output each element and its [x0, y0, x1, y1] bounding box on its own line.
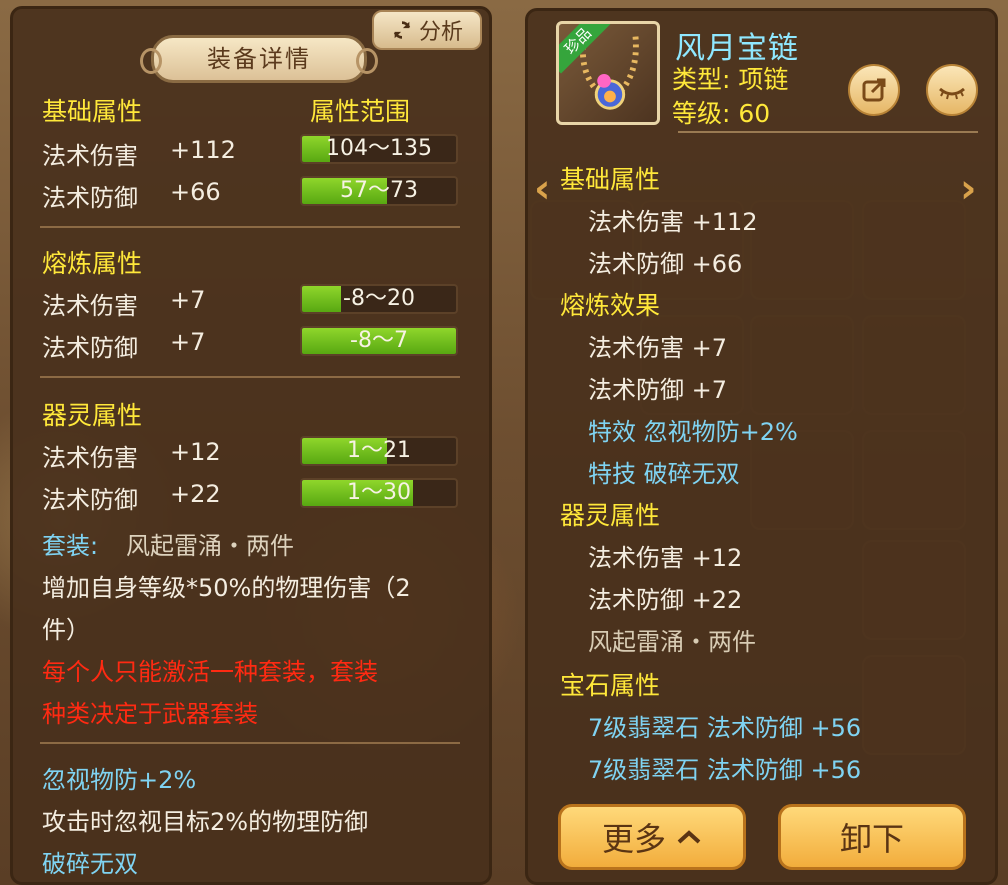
range-header: 属性范围 — [310, 97, 411, 126]
attr-range-bar: -8～7 — [300, 326, 458, 356]
attr-value: +7 — [170, 286, 206, 314]
item-level: 等级: 60 — [672, 99, 771, 128]
attr-value: +66 — [170, 178, 221, 206]
item-set-line: 风起雷涌・两件 — [588, 628, 756, 656]
attr-name: 法术伤害 — [42, 292, 138, 320]
set-description: 增加自身等级*50%的物理伤害（2 — [42, 574, 411, 602]
set-warning: 种类决定于武器套装 — [42, 700, 258, 728]
item-attr-line: 法术伤害 +112 — [588, 208, 758, 236]
smelt-attr-header: 熔炼属性 — [42, 249, 143, 278]
unequip-label: 卸下 — [839, 820, 904, 858]
item-gem-header: 宝石属性 — [560, 671, 661, 700]
analyze-button[interactable]: 分析 — [372, 10, 482, 50]
panel-title: 装备详情 — [140, 35, 378, 83]
bar-range-text: 57～73 — [340, 178, 418, 203]
item-effect-line: 特效 忽视物防+2% — [588, 418, 798, 446]
attr-range-bar: 57～73 — [300, 176, 458, 206]
bar-range-text: -8～20 — [343, 286, 415, 311]
item-smelt-header: 熔炼效果 — [560, 291, 661, 320]
item-gem-line: 7级翡翠石 法术防御 +56 — [588, 714, 862, 742]
more-label: 更多 — [601, 820, 666, 858]
effect-description: 攻击时忽视目标2%的物理防御 — [42, 808, 369, 836]
attr-value: +112 — [170, 136, 236, 164]
attr-range-bar: 104～135 — [300, 134, 458, 164]
attr-name: 法术伤害 — [42, 444, 138, 472]
attr-value: +7 — [170, 328, 206, 356]
share-button[interactable] — [848, 64, 900, 116]
divider — [40, 376, 460, 378]
item-attr-line: 法术伤害 +12 — [588, 544, 743, 572]
bar-range-text: 1～21 — [347, 438, 411, 463]
item-attr-line: 法术防御 +7 — [588, 376, 728, 404]
preview-button[interactable] — [926, 64, 978, 116]
item-skill-line: 特技 破碎无双 — [588, 460, 740, 488]
chevron-up-icon — [677, 830, 701, 844]
more-button[interactable]: 更多 — [558, 804, 746, 870]
necklace-item-icon: 珍品 — [556, 21, 660, 125]
attr-name: 法术防御 — [42, 184, 138, 212]
skill-name: 破碎无双 — [42, 850, 138, 878]
unequip-button[interactable]: 卸下 — [778, 804, 966, 870]
attr-name: 法术防御 — [42, 486, 138, 514]
bar-range-text: 104～135 — [326, 136, 432, 161]
set-warning: 每个人只能激活一种套装，套装 — [42, 658, 378, 686]
spirit-attr-header: 器灵属性 — [42, 401, 143, 430]
set-description: 件） — [42, 616, 90, 644]
divider — [678, 131, 978, 133]
divider — [40, 742, 460, 744]
next-item-arrow[interactable]: › — [960, 166, 976, 212]
set-label: 套装: — [42, 532, 99, 560]
refresh-icon — [393, 21, 411, 39]
item-type: 类型: 项链 — [672, 65, 789, 94]
attr-name: 法术防御 — [42, 334, 138, 362]
item-attr-line: 法术防御 +22 — [588, 586, 743, 614]
attr-value: +22 — [170, 480, 221, 508]
item-attr-line: 法术防御 +66 — [588, 250, 743, 278]
bar-range-text: -8～7 — [350, 328, 408, 353]
prev-item-arrow[interactable]: ‹ — [534, 166, 550, 212]
eye-icon — [939, 87, 965, 100]
attr-range-bar: -8～20 — [300, 284, 458, 314]
attr-value: +12 — [170, 438, 221, 466]
item-spirit-header: 器灵属性 — [560, 501, 661, 530]
attr-range-bar: 1～21 — [300, 436, 458, 466]
item-attr-line: 法术伤害 +7 — [588, 334, 728, 362]
share-icon — [862, 78, 886, 102]
effect-name: 忽视物防+2% — [42, 766, 197, 794]
bar-range-text: 1～30 — [347, 480, 411, 505]
set-name: 风起雷涌・两件 — [126, 532, 294, 560]
attr-name: 法术伤害 — [42, 142, 138, 170]
item-gem-line: 7级翡翠石 法术防御 +56 — [588, 756, 862, 784]
attr-range-bar: 1～30 — [300, 478, 458, 508]
item-base-header: 基础属性 — [560, 165, 661, 194]
base-attr-header: 基础属性 — [42, 97, 143, 126]
analyze-label: 分析 — [418, 20, 463, 45]
divider — [40, 226, 460, 228]
